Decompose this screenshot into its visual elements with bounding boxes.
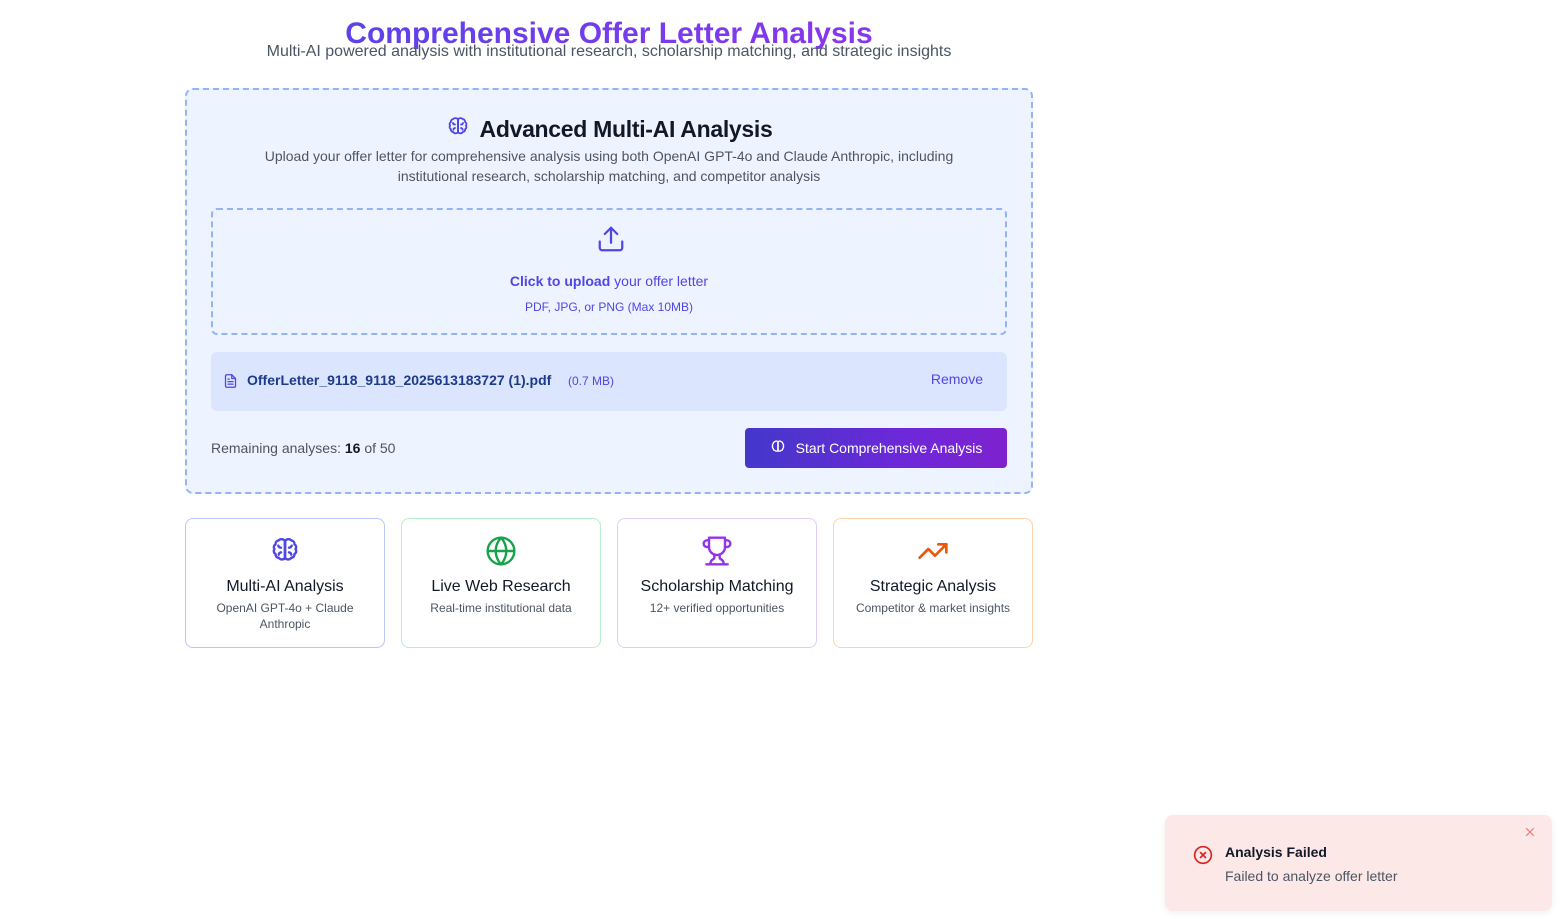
upload-cta[interactable]: Click to upload your offer letter <box>213 273 1005 289</box>
upload-hint: PDF, JPG, or PNG (Max 10MB) <box>524 300 694 314</box>
file-size: (0.7 MB) <box>568 374 615 388</box>
feature-card-scholarship: Scholarship Matching 12+ verified opport… <box>617 518 817 648</box>
remaining-analyses: Remaining analyses: 16 of 50 <box>211 440 395 456</box>
card-description: Upload your offer letter for comprehensi… <box>264 148 954 184</box>
card-heading: Advanced Multi-AI Analysis <box>187 114 1031 144</box>
remove-file-button[interactable]: Remove <box>931 371 983 387</box>
feature-description: OpenAI GPT-4o + Claude Anthropic <box>216 601 354 631</box>
file-name: OfferLetter_9118_9118_2025613183727 (1).… <box>247 372 552 388</box>
upload-icon <box>596 224 626 259</box>
feature-title: Live Web Research <box>431 578 571 595</box>
feature-description: Competitor & market insights <box>855 601 1011 615</box>
toast-close-button[interactable] <box>1522 825 1538 841</box>
feature-title: Strategic Analysis <box>869 578 997 595</box>
x-circle-icon <box>1193 845 1213 870</box>
trophy-icon <box>701 535 733 572</box>
trending-up-icon <box>917 535 949 572</box>
brain-icon <box>446 115 470 144</box>
upload-cta-rest: your offer letter <box>610 273 709 289</box>
toast-title: Analysis Failed <box>1225 844 1327 860</box>
remaining-suffix: of 50 <box>360 440 396 456</box>
page-subtitle: Multi-AI powered analysis with instituti… <box>266 43 952 60</box>
feature-title: Scholarship Matching <box>640 578 794 595</box>
start-analysis-label: Start Comprehensive Analysis <box>795 440 983 456</box>
feature-description: 12+ verified opportunities <box>649 601 785 615</box>
remaining-prefix: Remaining analyses: <box>211 440 345 456</box>
brain-icon <box>269 535 301 572</box>
error-toast: Analysis Failed Failed to analyze offer … <box>1165 815 1552 911</box>
file-text-icon <box>223 373 238 394</box>
feature-title: Multi-AI Analysis <box>226 578 344 595</box>
selected-file-row: OfferLetter_9118_9118_2025613183727 (1).… <box>211 352 1007 411</box>
feature-description: Real-time institutional data <box>430 601 572 615</box>
analysis-card: Advanced Multi-AI Analysis Upload your o… <box>185 88 1033 494</box>
card-title: Advanced Multi-AI Analysis <box>479 115 773 142</box>
upload-cta-strong: Click to upload <box>509 273 611 289</box>
remaining-count: 16 <box>344 440 361 456</box>
feature-card-multi-ai: Multi-AI Analysis OpenAI GPT-4o + Claude… <box>185 518 385 648</box>
start-analysis-button[interactable]: Start Comprehensive Analysis <box>745 428 1007 468</box>
close-icon <box>1523 827 1537 842</box>
feature-card-web-research: Live Web Research Real-time institutiona… <box>401 518 601 648</box>
brain-icon <box>770 439 786 458</box>
feature-card-strategic: Strategic Analysis Competitor & market i… <box>833 518 1033 648</box>
toast-message: Failed to analyze offer letter <box>1225 868 1398 884</box>
upload-dropzone[interactable]: Click to upload your offer letter PDF, J… <box>211 208 1007 335</box>
globe-icon <box>485 535 517 572</box>
